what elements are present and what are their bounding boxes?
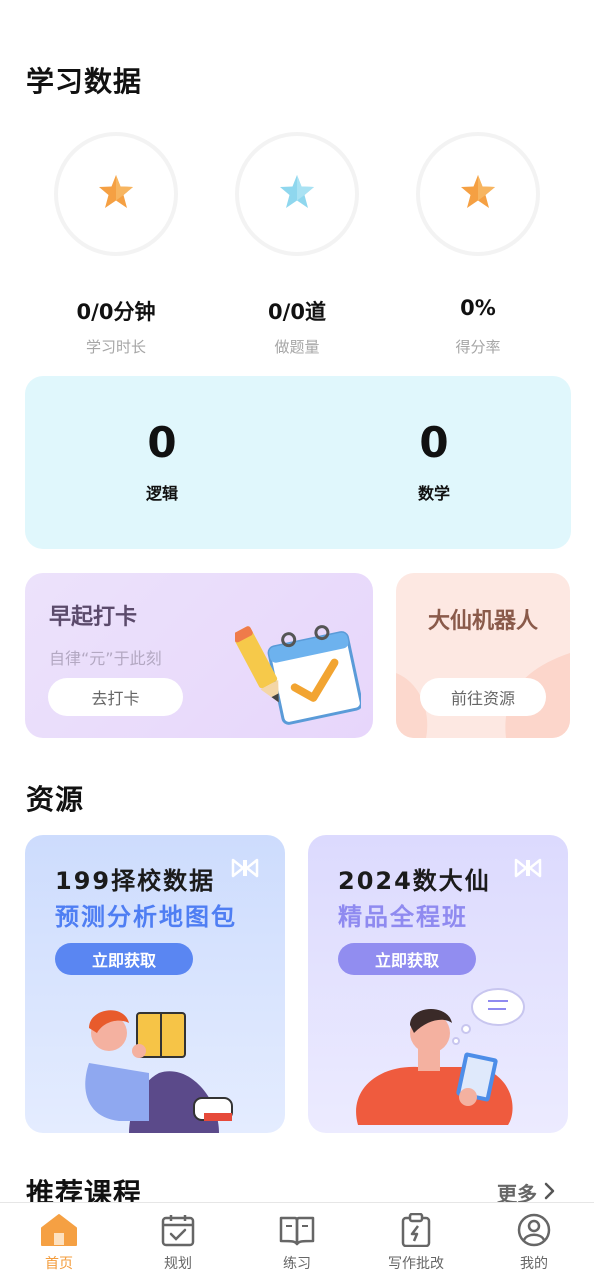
tab-label: 写作批改 xyxy=(388,1256,444,1272)
stat-value: 0/0分钟 xyxy=(76,300,156,324)
tab-label: 练习 xyxy=(283,1256,311,1272)
user-circle-icon xyxy=(517,1213,551,1247)
brand-logo-icon xyxy=(514,857,542,883)
score-logic: 0 逻辑 xyxy=(82,422,242,504)
star-blue-icon xyxy=(277,172,317,216)
progress-ring xyxy=(54,132,178,256)
reading-person-illustration xyxy=(69,1003,239,1133)
resource-title: 199择校数据 xyxy=(55,867,216,895)
tab-label: 我的 xyxy=(520,1256,548,1272)
star-orange-icon xyxy=(96,172,136,216)
score-value: 0 xyxy=(147,418,177,467)
score-label: 逻辑 xyxy=(145,484,178,503)
progress-ring xyxy=(235,132,359,256)
get-now-button[interactable]: 立即获取 xyxy=(55,943,193,975)
robot-button[interactable]: 前往资源 xyxy=(420,678,546,716)
tab-home[interactable]: 首页 xyxy=(9,1213,109,1273)
score-panel: 0 逻辑 0 数学 xyxy=(25,376,571,549)
resource-card-school-data[interactable]: 199择校数据 预测分析地图包 立即获取 xyxy=(25,835,285,1133)
stat-value: 0/0道 xyxy=(268,300,326,324)
clipboard-edit-icon xyxy=(401,1213,431,1247)
robot-title: 大仙机器人 xyxy=(427,609,538,634)
score-label: 数学 xyxy=(417,484,450,503)
checkin-card[interactable]: 早起打卡 自律“元”于此刻 去打卡 xyxy=(25,573,373,738)
resource-title: 2024数大仙 xyxy=(338,867,491,895)
brand-logo-icon xyxy=(231,857,259,883)
bottom-tab-bar: 首页 规划 练习 写作批改 我的 xyxy=(0,1202,594,1280)
get-now-button[interactable]: 立即获取 xyxy=(338,943,476,975)
chevron-right-icon xyxy=(543,1181,555,1205)
tab-me[interactable]: 我的 xyxy=(484,1213,584,1273)
resource-subtitle: 预测分析地图包 xyxy=(55,903,237,931)
calendar-pencil-illustration xyxy=(232,617,363,733)
tab-label: 首页 xyxy=(45,1256,73,1272)
stat-score-rate: 0% 得分率 xyxy=(416,132,540,356)
resource-subtitle: 精品全程班 xyxy=(338,903,468,931)
star-orange-icon xyxy=(458,172,498,216)
stat-label: 得分率 xyxy=(455,338,501,356)
checkin-subtitle: 自律“元”于此刻 xyxy=(49,649,162,668)
progress-ring xyxy=(416,132,540,256)
robot-card[interactable]: 大仙机器人 前往资源 xyxy=(396,573,570,738)
stat-label: 做题量 xyxy=(274,338,320,356)
resources-section-title: 资源 xyxy=(26,783,85,816)
score-math: 0 数学 xyxy=(354,422,514,504)
stat-label: 学习时长 xyxy=(85,338,146,356)
stat-study-time: 0/0分钟 学习时长 xyxy=(54,132,178,356)
tab-practice[interactable]: 练习 xyxy=(247,1213,347,1273)
score-value: 0 xyxy=(419,418,449,467)
tab-writing-review[interactable]: 写作批改 xyxy=(366,1213,466,1273)
calendar-check-icon xyxy=(161,1215,195,1247)
resource-card-course[interactable]: 2024数大仙 精品全程班 立即获取 xyxy=(308,835,568,1133)
study-section-title: 学习数据 xyxy=(26,65,143,98)
checkin-title: 早起打卡 xyxy=(49,605,138,630)
tab-label: 规划 xyxy=(164,1256,192,1272)
stat-value: 0% xyxy=(460,296,496,320)
home-icon xyxy=(41,1214,77,1246)
thinking-person-illustration xyxy=(348,985,528,1133)
stat-questions: 0/0道 做题量 xyxy=(235,132,359,356)
book-icon xyxy=(279,1216,315,1246)
checkin-button[interactable]: 去打卡 xyxy=(48,678,183,716)
tab-plan[interactable]: 规划 xyxy=(128,1213,228,1273)
